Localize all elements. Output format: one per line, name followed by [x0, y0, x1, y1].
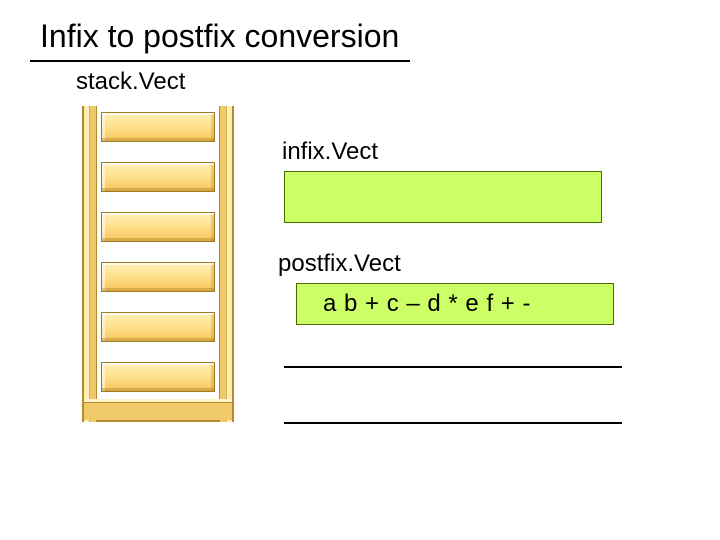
stack-slot — [101, 212, 215, 242]
infix-label: infix.Vect — [282, 138, 378, 166]
postfix-label: postfix.Vect — [278, 250, 401, 278]
postfix-content: a b + c – d * e f + - — [323, 290, 531, 318]
stack-slot — [101, 362, 215, 392]
rule-line — [284, 366, 622, 368]
stack-label: stack.Vect — [76, 68, 185, 96]
stack-slot — [101, 162, 215, 192]
rule-line — [284, 422, 622, 424]
title-underline — [30, 60, 410, 62]
stack-wall-left-inner — [90, 106, 97, 422]
page-title: Infix to postfix conversion — [40, 18, 399, 55]
stack-slot — [101, 312, 215, 342]
stack-floor — [84, 402, 232, 420]
stack-wall-right-inner — [219, 106, 226, 422]
infix-vector-box — [284, 171, 602, 223]
stack-wall-right — [226, 106, 232, 422]
stack-slot — [101, 262, 215, 292]
stack-slot — [101, 112, 215, 142]
stack-container — [82, 106, 234, 422]
postfix-vector-box: a b + c – d * e f + - — [296, 283, 614, 325]
